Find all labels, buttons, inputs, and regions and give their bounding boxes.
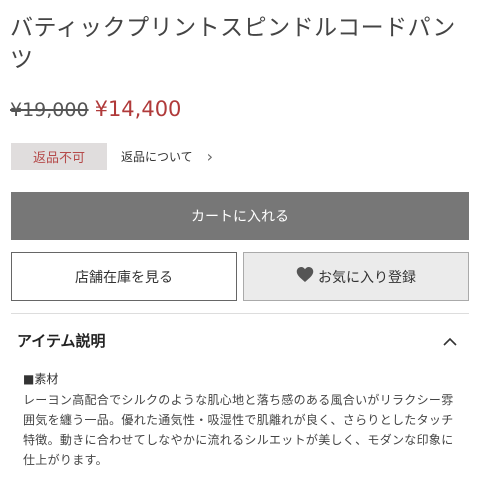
returns-policy-link[interactable]: 返品について ›: [121, 147, 213, 166]
item-description-toggle[interactable]: アイテム説明: [17, 326, 457, 354]
secondary-actions: 店舗在庫を見る お気に入り登録: [11, 252, 469, 302]
product-title: バティックプリントスピンドルコードパンツ: [10, 15, 456, 73]
non-returnable-badge: 返品不可: [11, 143, 107, 170]
sale-price: ¥14,400: [94, 97, 182, 121]
heart-icon: [296, 266, 318, 287]
returns-row: 返品不可 返品について ›: [11, 143, 213, 170]
favorite-button[interactable]: お気に入り登録: [243, 252, 469, 301]
add-to-cart-button[interactable]: カートに入れる: [11, 192, 469, 240]
store-stock-button[interactable]: 店舗在庫を見る: [11, 252, 237, 301]
material-heading: ■素材: [23, 372, 59, 386]
returns-policy-label: 返品について: [121, 150, 193, 164]
favorite-label: お気に入り登録: [318, 269, 416, 286]
item-description-text: レーヨン高配合でシルクのような肌心地と落ち感のある風合いがリラクシー雰囲気を纏う…: [23, 393, 454, 467]
add-to-cart-label: カートに入れる: [191, 209, 289, 225]
store-stock-label: 店舗在庫を見る: [75, 269, 173, 286]
chevron-right-icon: ›: [206, 147, 214, 166]
section-title: アイテム説明: [17, 331, 106, 350]
section-divider: [11, 313, 469, 314]
chevron-up-icon: [443, 331, 457, 350]
price-row: ¥19,000 ¥14,400: [10, 97, 181, 127]
original-price: ¥19,000: [10, 99, 89, 121]
